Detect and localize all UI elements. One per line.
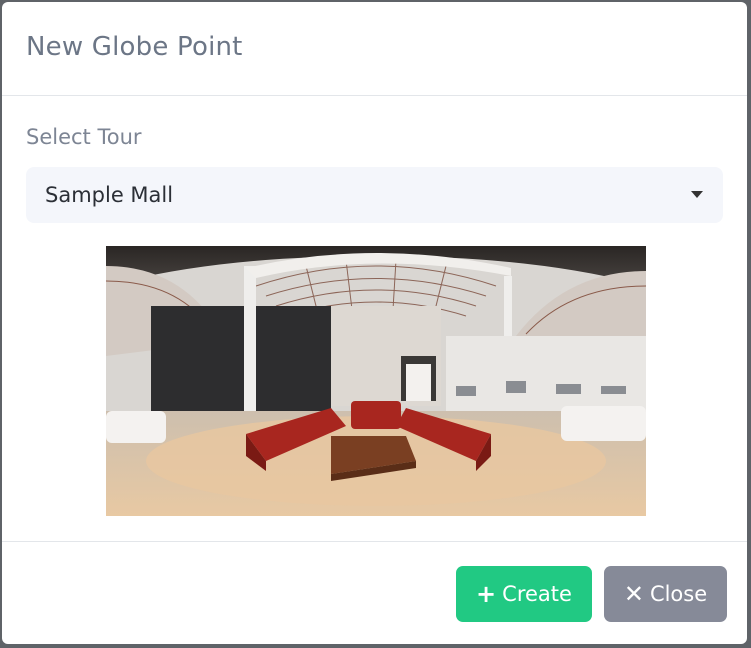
close-button[interactable]: ✕ Close	[604, 566, 727, 622]
plus-icon: +	[476, 580, 497, 608]
create-button[interactable]: + Create	[456, 566, 592, 622]
panorama-preview-image	[106, 246, 646, 516]
dialog-header: New Globe Point	[2, 2, 747, 96]
dialog-body: Select Tour Sample Mall	[2, 96, 747, 542]
create-button-label: Create	[502, 582, 572, 606]
dialog-footer: + Create ✕ Close	[2, 543, 747, 644]
caret-down-icon	[691, 191, 703, 198]
tour-select-value: Sample Mall	[45, 183, 174, 207]
new-globe-point-dialog: New Globe Point Select Tour Sample Mall	[2, 2, 747, 644]
close-icon: ✕	[623, 580, 644, 608]
dialog-title: New Globe Point	[26, 32, 243, 62]
close-button-label: Close	[649, 582, 708, 606]
tour-select[interactable]: Sample Mall	[26, 167, 723, 223]
select-tour-label: Select Tour	[26, 125, 142, 149]
